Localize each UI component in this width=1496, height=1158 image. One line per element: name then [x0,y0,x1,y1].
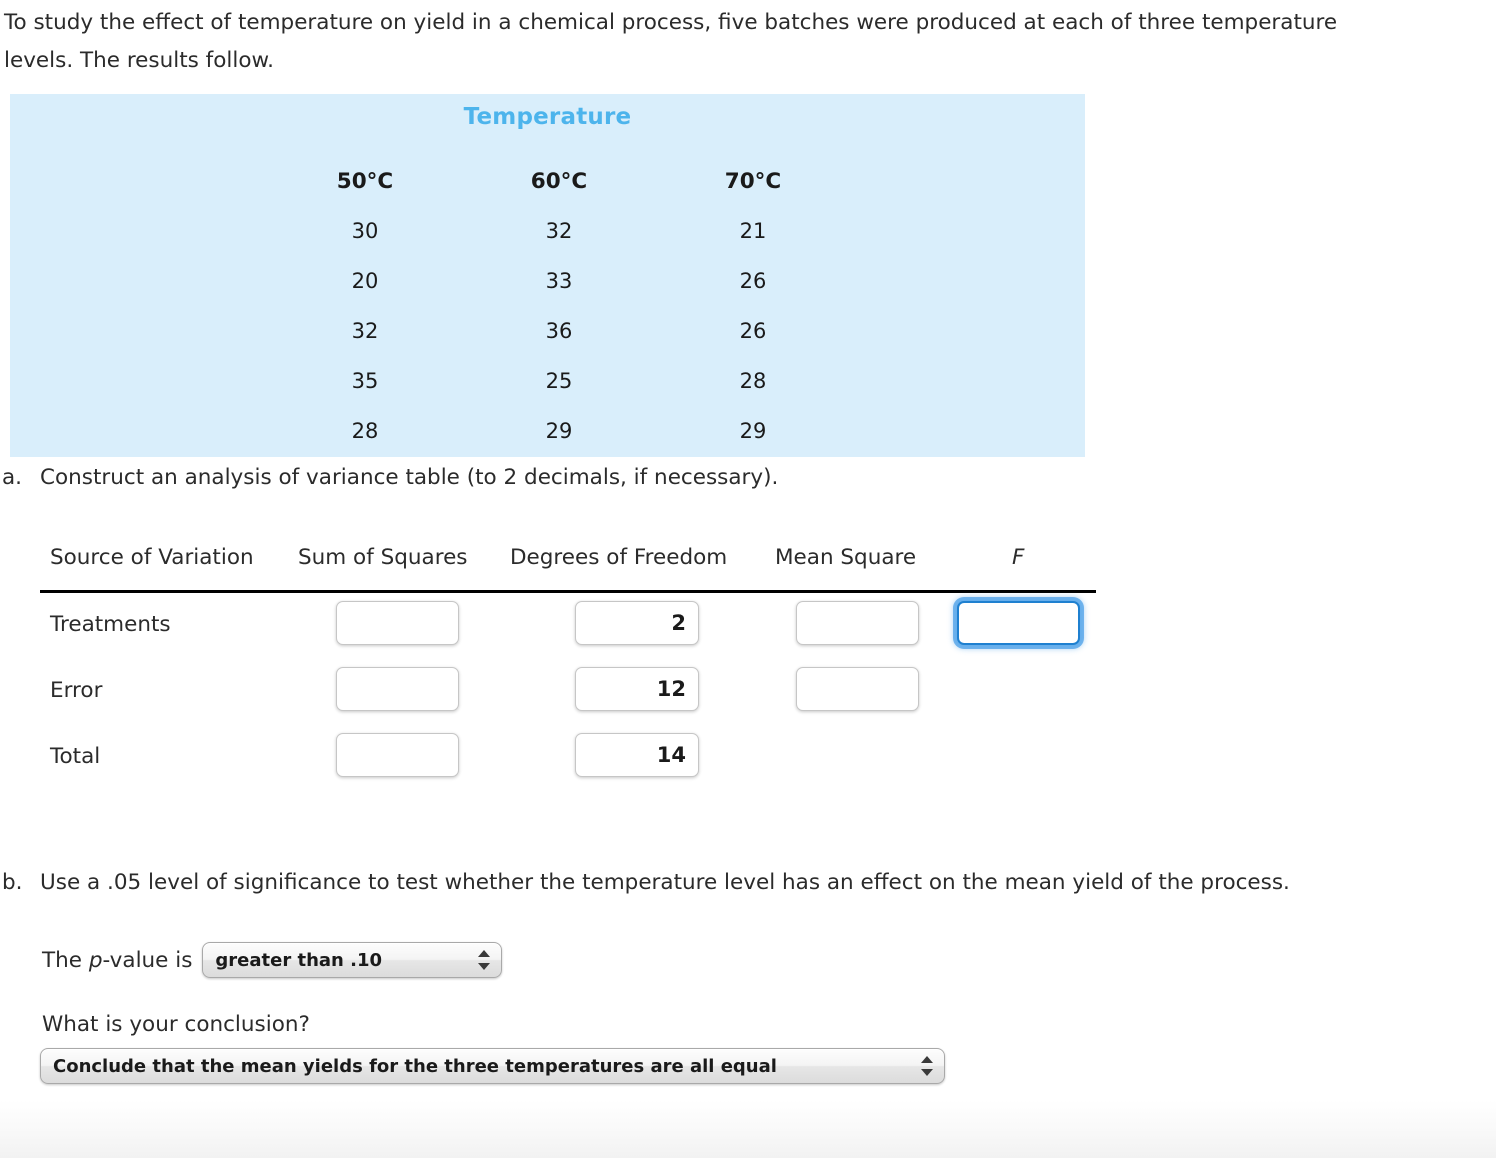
spacer-cell [10,406,268,456]
anova-row-label-error: Error [50,678,103,703]
anova-row-label-treatments: Treatments [50,612,171,637]
anova-row-label-total: Total [50,744,101,769]
question-b-marker: b. [2,870,23,895]
anova-header-f: F [1012,545,1025,570]
table-row: 35 25 28 [10,356,1085,406]
conclusion-selected-option: Conclude that the mean yields for the th… [53,1055,777,1077]
p-value-label-italic: p [88,947,103,973]
spacer-cell [850,206,1085,256]
p-value-label-before: The [42,947,89,973]
anova-row-total: Total [40,725,1096,791]
treatments-f-input[interactable] [957,601,1080,645]
anova-header-degrees-of-freedom: Degrees of Freedom [510,545,728,570]
p-value-label-after: -value is [102,947,193,973]
data-cell: 26 [739,319,767,343]
data-cell: 36 [545,319,573,343]
anova-table: Source of Variation Sum of Squares Degre… [40,545,1096,777]
spacer-cell [10,206,268,256]
spacer-cell [10,256,268,306]
intro-paragraph: To study the effect of temperature on yi… [4,10,1338,73]
spacer-cell [10,356,268,406]
spacer-cell [850,356,1085,406]
conclusion-question: What is your conclusion? [42,1012,310,1037]
data-cell: 25 [545,369,573,393]
table-row: 30 32 21 [10,206,1085,256]
spacer-cell [850,156,1085,206]
conclusion-select[interactable]: Conclude that the mean yields for the th… [40,1048,945,1084]
spacer-cell [850,256,1085,306]
table-header-row: 50°C 60°C 70°C [10,156,1085,206]
spacer-cell [850,406,1085,456]
data-cell: 35 [351,369,379,393]
table-row: 20 33 26 [10,256,1085,306]
data-panel-title: Temperature [463,104,632,130]
question-a-marker: a. [2,465,23,490]
p-value-row: The p-value is greater than .10 [42,940,503,980]
column-header-60c: 60°C [530,168,588,194]
error-degrees-of-freedom-input[interactable] [575,667,699,711]
anova-body: Treatments Error Total [40,593,1096,791]
data-cell: 26 [739,269,767,293]
data-cell: 29 [739,419,767,443]
p-value-select[interactable]: greater than .10 [202,942,503,978]
treatments-sum-of-squares-input[interactable] [336,601,459,645]
treatments-mean-square-input[interactable] [796,601,919,645]
anova-row-treatments: Treatments [40,593,1096,659]
question-a: a. Construct an analysis of variance tabl… [2,463,778,493]
data-cell: 32 [545,219,573,243]
data-cell: 21 [739,219,767,243]
question-b-text: Use a .05 level of significance to test … [40,870,1290,895]
data-cell: 32 [351,319,379,343]
p-value-selected-option: greater than .10 [215,949,383,971]
updown-arrows-icon [921,1055,933,1077]
bottom-band [0,1100,1496,1158]
anova-row-error: Error [40,659,1096,725]
total-degrees-of-freedom-input[interactable] [575,733,699,777]
total-sum-of-squares-input[interactable] [336,733,459,777]
question-a-text: Construct an analysis of variance table … [40,465,779,490]
anova-header-mean-square: Mean Square [775,545,917,570]
data-cell: 28 [351,419,379,443]
table-row: 32 36 26 [10,306,1085,356]
data-cell: 30 [351,219,379,243]
anova-header-row: Source of Variation Sum of Squares Degre… [40,545,1096,587]
data-cell: 33 [545,269,573,293]
error-mean-square-input[interactable] [796,667,919,711]
anova-header-source: Source of Variation [50,545,254,570]
p-value-label: The p-value is [42,948,192,973]
spacer-cell [10,306,268,356]
data-cell: 29 [545,419,573,443]
updown-arrows-icon [478,949,491,971]
temperature-data-panel: Temperature 50°C 60°C 70°C 30 32 21 20 3… [10,94,1085,457]
spacer-cell [850,306,1085,356]
data-cell: 28 [739,369,767,393]
anova-header-sum-of-squares: Sum of Squares [298,545,468,570]
spacer-cell [10,156,268,206]
table-row: 28 29 29 [10,406,1085,456]
error-sum-of-squares-input[interactable] [336,667,459,711]
treatments-degrees-of-freedom-input[interactable] [575,601,699,645]
data-cell: 20 [351,269,379,293]
temperature-data-table: 50°C 60°C 70°C 30 32 21 20 33 26 32 36 2… [10,156,1085,456]
question-b: b. Use a .05 level of significance to tes… [2,868,1290,898]
column-header-50c: 50°C [336,168,394,194]
column-header-70c: 70°C [724,168,782,194]
